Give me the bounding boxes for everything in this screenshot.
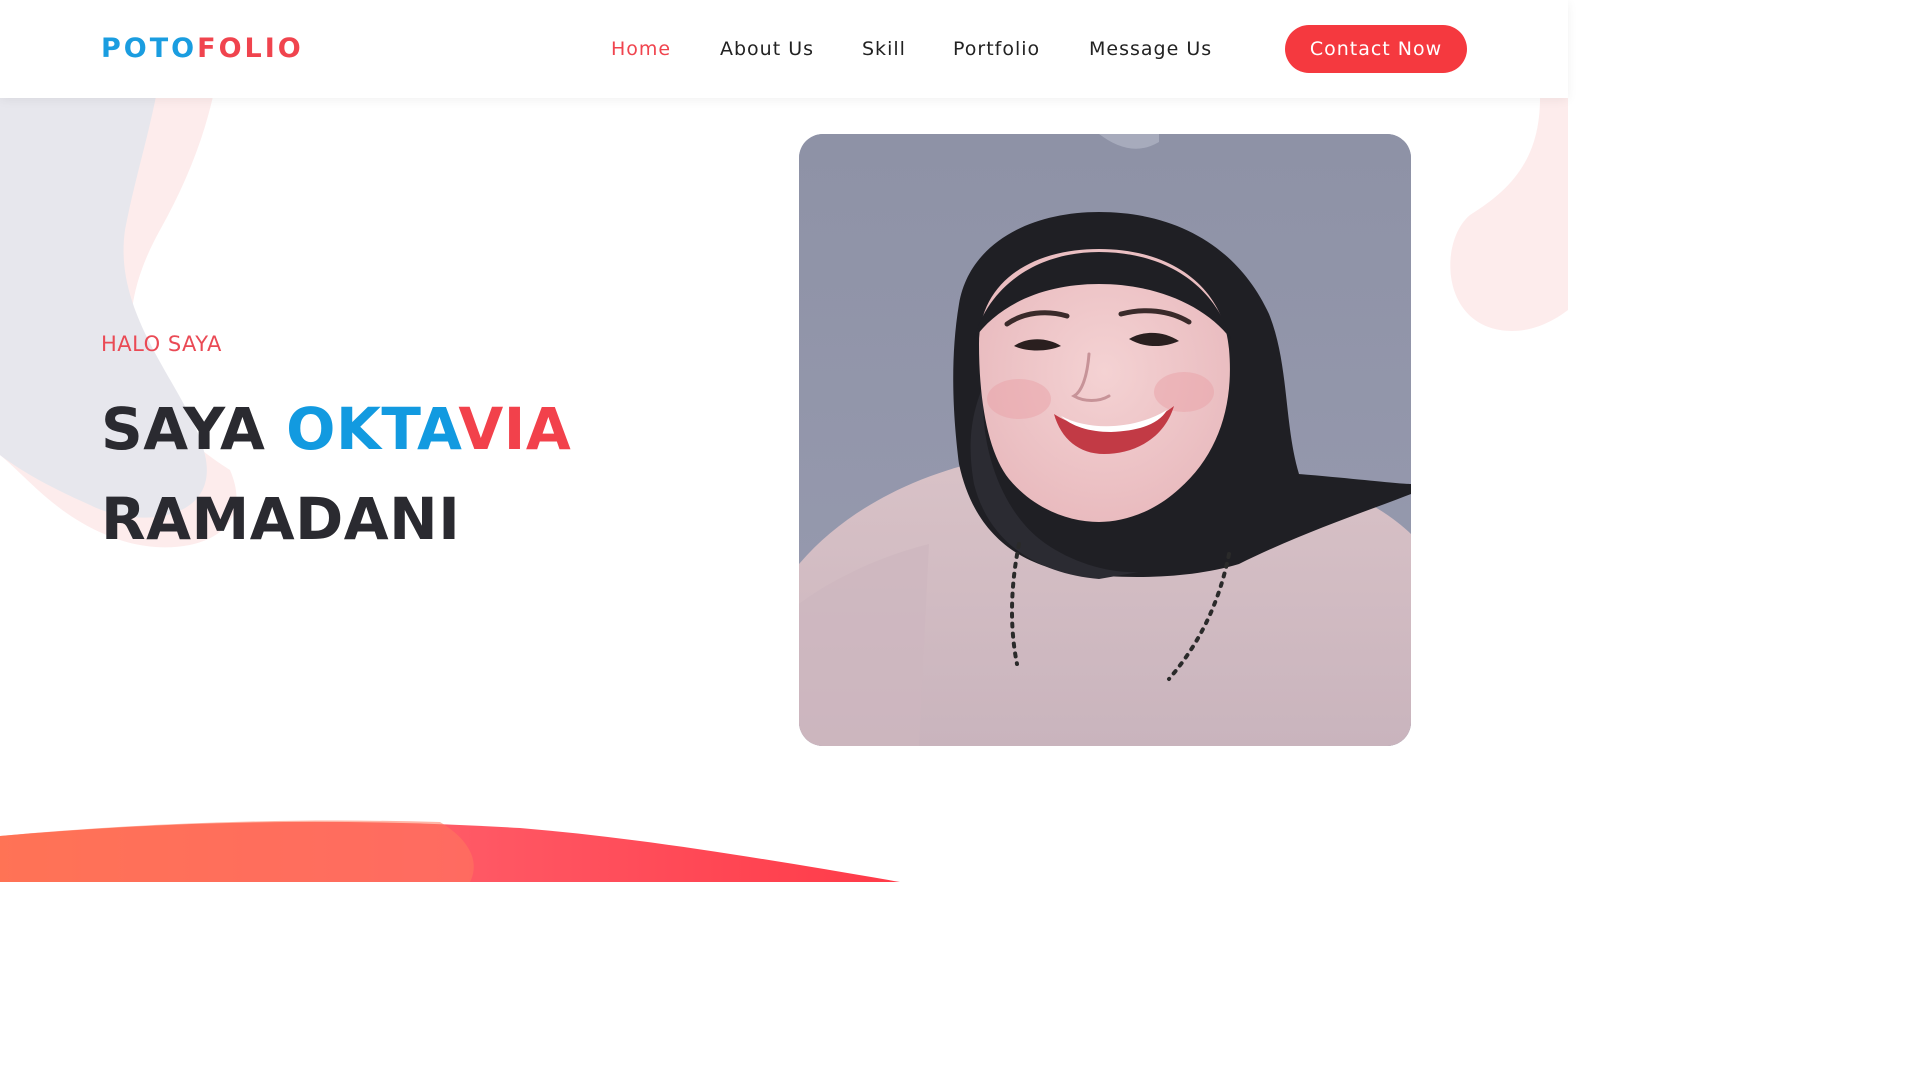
nav-link-skill[interactable]: Skill [862, 36, 906, 62]
nav-link-message-us[interactable]: Message Us [1089, 36, 1212, 62]
hero-name-blue: OKTA [286, 395, 459, 463]
nav-link-portfolio[interactable]: Portfolio [953, 36, 1040, 62]
hero-title: SAYA OKTAVIA RAMADANI [101, 384, 571, 564]
nav-link-home[interactable]: Home [611, 36, 671, 62]
hero-last-name: RAMADANI [101, 485, 461, 553]
hero-name-red: VIA [458, 395, 572, 463]
bottom-wave-highlight [0, 820, 474, 882]
profile-photo [799, 134, 1411, 746]
nav-link-about-us[interactable]: About Us [720, 36, 814, 62]
portrait-photo-icon [799, 134, 1411, 746]
navbar: POTOFOLIO Home About Us Skill Portfolio … [0, 0, 1568, 98]
contact-now-button[interactable]: Contact Now [1285, 25, 1467, 73]
hero-greeting: HALO SAYA [101, 332, 222, 356]
hero-section: HALO SAYA SAYA OKTAVIA RAMADANI [101, 330, 571, 564]
hero-title-prefix: SAYA [101, 395, 287, 463]
pink-blob-right [1450, 98, 1568, 331]
